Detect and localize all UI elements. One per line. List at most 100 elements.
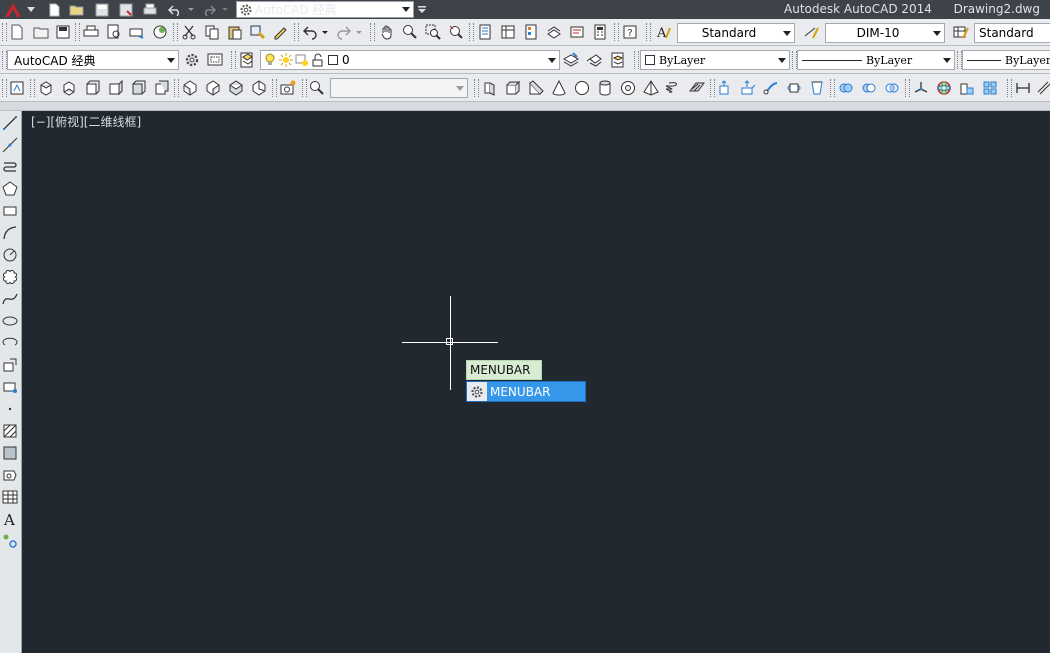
toolbar-grip[interactable]: [646, 23, 651, 41]
workspace-switcher[interactable]: AutoCAD 经典: [236, 1, 414, 18]
make-object-layer-current-icon[interactable]: [561, 50, 581, 70]
wedge-icon[interactable]: [526, 78, 546, 98]
match-properties-icon[interactable]: [248, 22, 268, 42]
open-icon[interactable]: [31, 22, 51, 42]
sw-isometric-icon[interactable]: [180, 78, 200, 98]
union-icon[interactable]: [836, 78, 856, 98]
3d-array-icon[interactable]: [980, 78, 1000, 98]
back-view-icon[interactable]: [151, 78, 171, 98]
3d-print-icon[interactable]: [150, 22, 170, 42]
right-view-icon[interactable]: [105, 78, 125, 98]
save-as-icon[interactable]: [117, 1, 135, 18]
text-style-select[interactable]: Standard: [677, 23, 795, 43]
viewport-controls-label[interactable]: [−][俯视][二维线框]: [31, 113, 141, 130]
nw-isometric-icon[interactable]: [249, 78, 269, 98]
save-toolbar-icon[interactable]: [53, 22, 73, 42]
subtract-icon[interactable]: [859, 78, 879, 98]
block-editor-icon[interactable]: [271, 22, 291, 42]
properties-icon[interactable]: [475, 22, 495, 42]
toolbar-grip[interactable]: [231, 51, 236, 69]
design-center-icon[interactable]: [498, 22, 518, 42]
zoom-previous-icon[interactable]: [446, 22, 466, 42]
helix-icon[interactable]: [664, 78, 684, 98]
ellipse-arc-icon[interactable]: [0, 333, 20, 353]
3d-rotate-icon[interactable]: [934, 78, 954, 98]
torus-icon[interactable]: [618, 78, 638, 98]
workspace-select[interactable]: AutoCAD 经典: [7, 50, 179, 70]
sheet-set-manager-icon[interactable]: [544, 22, 564, 42]
quick-access-customize-icon[interactable]: [416, 1, 428, 18]
undo-dropdown-icon[interactable]: [186, 1, 196, 18]
se-isometric-icon[interactable]: [203, 78, 223, 98]
loft-icon[interactable]: [807, 78, 827, 98]
polyline-icon[interactable]: [0, 157, 20, 177]
construction-line-icon[interactable]: [0, 135, 20, 155]
redo-dropdown-icon[interactable]: [220, 1, 230, 18]
intersect-icon[interactable]: [882, 78, 902, 98]
dimension-style-select[interactable]: DIM-10: [825, 23, 945, 43]
sweep-icon[interactable]: [761, 78, 781, 98]
help-icon[interactable]: ?: [620, 22, 640, 42]
planar-surface-icon[interactable]: [687, 78, 707, 98]
undo-toolbar-icon[interactable]: [300, 22, 320, 42]
redo-icon[interactable]: [200, 1, 218, 18]
autocomplete-suggestion-item[interactable]: MENUBAR: [466, 381, 586, 402]
layer-previous-icon[interactable]: [584, 50, 604, 70]
quickcalc-icon[interactable]: [590, 22, 610, 42]
toolbar-grip[interactable]: [634, 51, 639, 69]
hatch-icon[interactable]: [0, 421, 20, 441]
polysolid-icon[interactable]: [480, 78, 500, 98]
presspull-icon[interactable]: [738, 78, 758, 98]
tool-palettes-icon[interactable]: [521, 22, 541, 42]
markup-set-manager-icon[interactable]: [567, 22, 587, 42]
box-icon[interactable]: [503, 78, 523, 98]
dynamic-input-field[interactable]: MENUBAR: [466, 360, 542, 380]
front-view-icon[interactable]: [128, 78, 148, 98]
workspace-settings-gear-icon[interactable]: [182, 50, 202, 70]
pan-icon[interactable]: [377, 22, 397, 42]
toolbar-grip[interactable]: [474, 79, 479, 97]
app-menu-dropdown-icon[interactable]: [26, 1, 36, 18]
undo-list-dropdown-icon[interactable]: [320, 22, 330, 42]
circle-icon[interactable]: [0, 245, 20, 265]
cylinder-icon[interactable]: [595, 78, 615, 98]
spline-icon[interactable]: [0, 289, 20, 309]
undo-icon[interactable]: [166, 1, 184, 18]
gradient-icon[interactable]: [0, 443, 20, 463]
redo-toolbar-icon[interactable]: [334, 22, 354, 42]
camera-icon[interactable]: [278, 78, 298, 98]
zoom-realtime-icon[interactable]: [400, 22, 420, 42]
cut-icon[interactable]: [179, 22, 199, 42]
insert-block-icon[interactable]: [0, 355, 20, 375]
open-file-icon[interactable]: [68, 1, 86, 18]
polygon-icon[interactable]: [0, 179, 20, 199]
ellipse-icon[interactable]: [0, 311, 20, 331]
table-icon[interactable]: [0, 487, 20, 507]
new-file-icon[interactable]: [45, 1, 63, 18]
aligned-dimension-icon[interactable]: [1034, 78, 1050, 98]
table-style-select[interactable]: Standard: [974, 23, 1050, 43]
plot-icon[interactable]: [141, 1, 159, 18]
sphere-icon[interactable]: [572, 78, 592, 98]
revision-cloud-icon[interactable]: [0, 267, 20, 287]
arc-icon[interactable]: [0, 223, 20, 243]
extrude-icon[interactable]: [715, 78, 735, 98]
line-icon[interactable]: [0, 113, 20, 133]
lineweight-control-select[interactable]: ByLayer: [962, 50, 1050, 70]
named-views-icon[interactable]: [7, 78, 27, 98]
print-preview-icon[interactable]: [104, 22, 124, 42]
ne-isometric-icon[interactable]: [226, 78, 246, 98]
redo-list-dropdown-icon[interactable]: [354, 22, 364, 42]
view-select[interactable]: [330, 78, 468, 98]
clean-screen-icon[interactable]: [205, 50, 225, 70]
toolbar-grip[interactable]: [1007, 79, 1012, 97]
rectangle-icon[interactable]: [0, 201, 20, 221]
color-control-select[interactable]: ByLayer: [640, 50, 790, 70]
point-icon[interactable]: [0, 399, 20, 419]
layer-state-manager-icon[interactable]: [607, 50, 627, 70]
layer-select[interactable]: 0: [260, 50, 560, 70]
print-icon[interactable]: [81, 22, 101, 42]
paste-icon[interactable]: [225, 22, 245, 42]
revolve-icon[interactable]: [784, 78, 804, 98]
qnew-icon[interactable]: [7, 22, 27, 42]
